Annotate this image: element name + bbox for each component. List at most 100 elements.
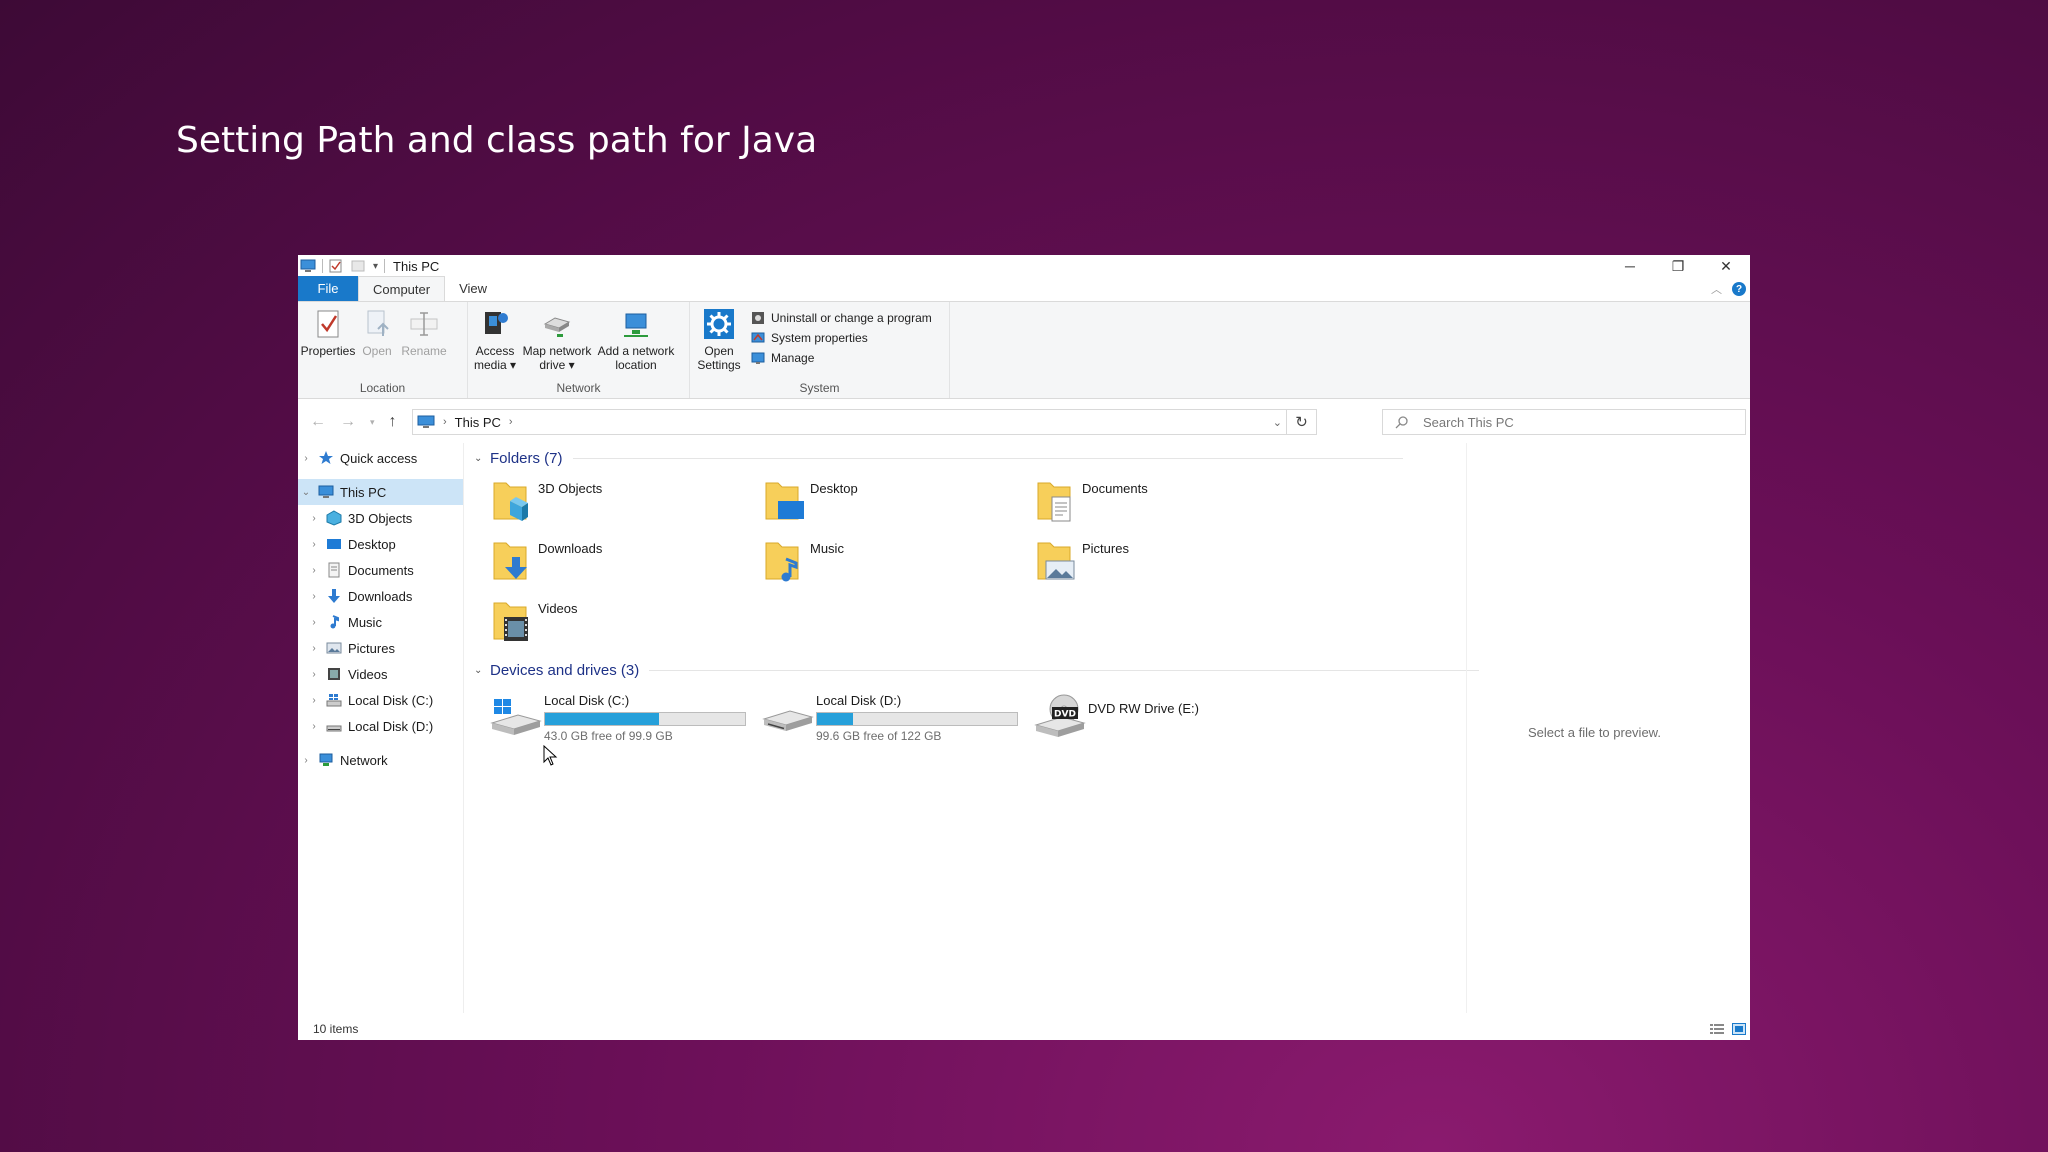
drive-icon — [326, 725, 342, 732]
expand-chevron-icon[interactable]: › — [306, 513, 322, 524]
breadcrumb-chevron-icon[interactable]: › — [509, 416, 513, 428]
network-icon — [319, 753, 333, 766]
drive-free-space: 99.6 GB free of 122 GB — [816, 729, 942, 743]
folders-group-header[interactable]: ⌄ Folders (7) — [474, 447, 1624, 469]
drives-group-header[interactable]: ⌄ Devices and drives (3) — [474, 659, 1624, 681]
3d-objects-folder-icon — [493, 482, 528, 521]
address-row: ← → ▾ ↑ › This PC › ⌄ ↻ Search This PC — [298, 407, 1750, 437]
collapse-chevron-icon[interactable]: ⌄ — [474, 665, 490, 676]
breadcrumb-chevron-icon[interactable]: › — [443, 416, 447, 428]
drive-usage-bar — [816, 712, 1018, 726]
system-group-label: System — [799, 381, 840, 395]
folder-tile-desktop[interactable]: Desktop — [762, 477, 1034, 525]
search-icon — [1395, 416, 1408, 429]
expand-chevron-icon[interactable]: › — [306, 643, 322, 654]
navigation-buttons: ← → ▾ ↑ — [298, 413, 410, 431]
documents-icon — [328, 562, 340, 578]
breadcrumb-this-pc[interactable]: This PC — [455, 415, 501, 430]
uninstall-program-button[interactable]: Uninstall or change a program — [750, 310, 932, 326]
collapse-chevron-icon[interactable]: ⌄ — [474, 453, 490, 464]
drive-name: Local Disk (C:) — [544, 693, 630, 708]
expand-chevron-icon[interactable]: › — [306, 669, 322, 680]
recent-locations-icon[interactable]: ▾ — [370, 417, 375, 428]
drive-icon — [762, 710, 814, 731]
drive-tile-d[interactable]: Local Disk (D:) 99.6 GB free of 122 GB — [762, 693, 1034, 753]
tab-view[interactable]: View — [445, 276, 501, 301]
expand-chevron-icon[interactable]: › — [306, 617, 322, 628]
help-icon[interactable]: ? — [1732, 282, 1746, 296]
folder-tile-documents[interactable]: Documents — [1034, 477, 1306, 525]
folder-tile-pictures[interactable]: Pictures — [1034, 537, 1306, 585]
minimize-button[interactable]: ─ — [1606, 255, 1654, 277]
tab-file[interactable]: File — [298, 276, 358, 301]
tab-computer[interactable]: Computer — [358, 276, 446, 301]
pictures-icon — [326, 642, 342, 654]
ribbon-group-system: Open Settings Uninstall or change a prog… — [690, 302, 950, 398]
pictures-folder-icon — [1037, 542, 1075, 580]
location-group-label: Location — [359, 381, 406, 395]
uninstall-icon — [752, 312, 764, 324]
folder-tile-music[interactable]: Music — [762, 537, 1034, 585]
expand-chevron-icon[interactable]: › — [306, 721, 322, 732]
large-icons-view-icon[interactable] — [1732, 1023, 1746, 1035]
nav-item-documents[interactable]: › Documents — [298, 557, 463, 583]
nav-item-3d-objects[interactable]: › 3D Objects — [298, 505, 463, 531]
restore-button[interactable]: ❐ — [1654, 255, 1702, 277]
this-pc-icon — [318, 485, 334, 498]
nav-item-this-pc[interactable]: ⌄ This PC — [298, 479, 463, 505]
address-bar[interactable]: › This PC › ⌄ ↻ — [412, 409, 1317, 435]
nav-item-desktop[interactable]: › Desktop — [298, 531, 463, 557]
collapse-chevron-icon[interactable]: ⌄ — [298, 487, 314, 498]
star-icon — [319, 451, 333, 464]
expand-chevron-icon[interactable]: › — [306, 591, 322, 602]
system-properties-icon — [751, 332, 765, 343]
address-dropdown-icon[interactable]: ⌄ — [1273, 416, 1282, 429]
window-controls: ─ ❐ ✕ — [1606, 255, 1750, 277]
details-view-icon[interactable] — [1710, 1023, 1724, 1035]
forward-arrow-icon[interactable]: → — [340, 413, 356, 431]
ribbon-group-location: Properties Open Rename Location — [298, 302, 468, 398]
refresh-icon[interactable]: ↻ — [1286, 410, 1316, 434]
folder-tile-videos[interactable]: Videos — [490, 597, 762, 645]
expand-chevron-icon[interactable]: › — [298, 453, 314, 464]
nav-item-network[interactable]: › Network — [298, 747, 463, 773]
manage-button[interactable]: Manage — [750, 350, 932, 366]
nav-item-quick-access[interactable]: › Quick access — [298, 445, 463, 471]
expand-chevron-icon[interactable]: › — [306, 565, 322, 576]
nav-item-videos[interactable]: › Videos — [298, 661, 463, 687]
up-arrow-icon[interactable]: ↑ — [389, 413, 397, 431]
expand-chevron-icon[interactable]: › — [298, 755, 314, 766]
desktop-icon — [327, 539, 341, 549]
drive-usage-fill — [817, 713, 853, 725]
windows-drive-icon — [490, 699, 542, 735]
network-drive-icon — [543, 317, 571, 337]
back-arrow-icon[interactable]: ← — [310, 413, 326, 431]
close-button[interactable]: ✕ — [1702, 255, 1750, 277]
videos-folder-icon — [493, 602, 528, 641]
collapse-ribbon-icon[interactable]: ︿ — [1711, 281, 1722, 297]
3d-objects-icon — [326, 510, 342, 526]
nav-item-music[interactable]: › Music — [298, 609, 463, 635]
preview-pane-divider — [1466, 443, 1467, 1013]
expand-chevron-icon[interactable]: › — [306, 539, 322, 550]
nav-item-local-disk-c[interactable]: › Local Disk (C:) — [298, 687, 463, 713]
window-title: This PC — [393, 258, 440, 274]
drive-tile-e[interactable]: DVD DVD RW Drive (E:) — [1034, 693, 1306, 753]
title-bar: ▾ This PC ─ ❐ ✕ — [298, 255, 1750, 277]
new-folder-icon[interactable] — [351, 259, 367, 273]
search-box[interactable]: Search This PC — [1382, 409, 1746, 435]
nav-item-pictures[interactable]: › Pictures — [298, 635, 463, 661]
nav-item-local-disk-d[interactable]: › Local Disk (D:) — [298, 713, 463, 739]
nav-item-downloads[interactable]: › Downloads — [298, 583, 463, 609]
customize-qat-icon[interactable]: ▾ — [373, 261, 378, 272]
expand-chevron-icon[interactable]: › — [306, 695, 322, 706]
properties-icon[interactable] — [329, 259, 345, 273]
system-properties-button[interactable]: System properties — [750, 330, 932, 346]
settings-gear-icon — [704, 309, 734, 339]
documents-folder-icon — [1037, 482, 1071, 522]
folder-tile-downloads[interactable]: Downloads — [490, 537, 762, 585]
drive-tiles: Local Disk (C:) 43.0 GB free of 99.9 GB … — [474, 681, 1624, 753]
drive-tile-c[interactable]: Local Disk (C:) 43.0 GB free of 99.9 GB — [490, 693, 762, 753]
access-media-icon — [485, 312, 508, 334]
folder-tile-3d-objects[interactable]: 3D Objects — [490, 477, 762, 525]
